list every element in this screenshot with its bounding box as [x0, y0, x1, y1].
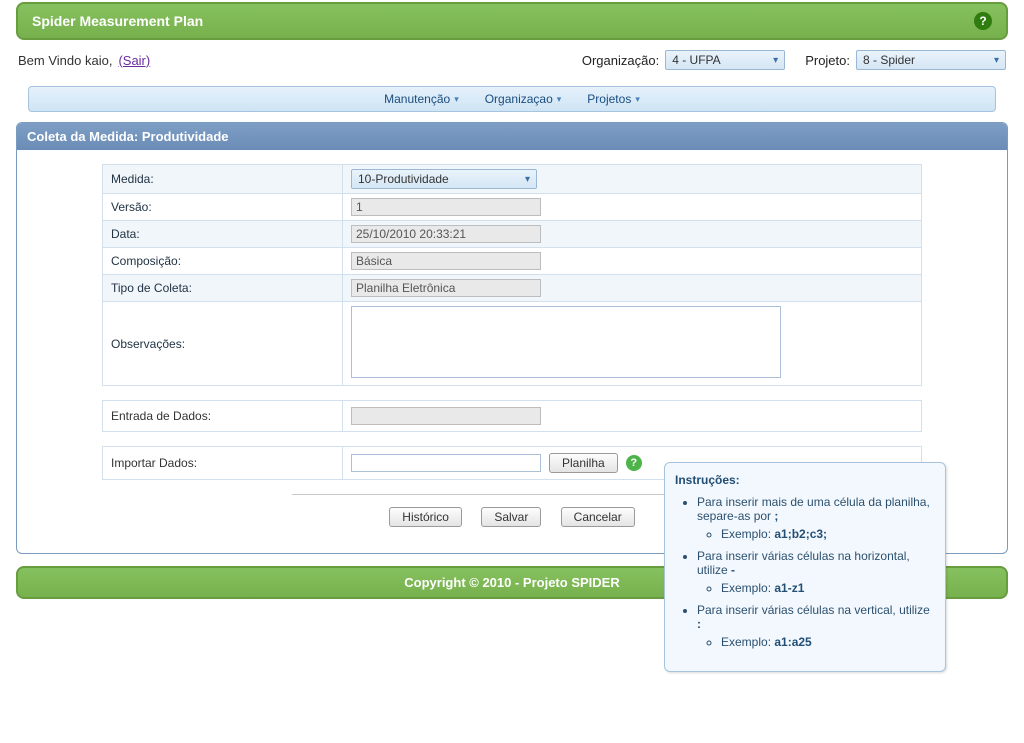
chevron-down-icon: ▾: [773, 55, 778, 66]
menu-bar: Manutenção ▾ Organizaçao ▾ Projetos ▾: [28, 86, 996, 112]
tooltip-bold: a1;b2;c3;: [774, 527, 827, 541]
proj-select[interactable]: 8 - Spider ▾: [856, 50, 1006, 70]
tooltip-text: Exemplo:: [721, 581, 774, 595]
menu-label: Manutenção: [384, 92, 450, 106]
tooltip-bold: ;: [774, 509, 778, 523]
entrada-field: [351, 407, 541, 425]
instructions-tooltip: Instruções: Para inserir mais de uma cél…: [664, 462, 946, 672]
entrada-table: Entrada de Dados:: [102, 400, 922, 432]
data-field: [351, 225, 541, 243]
welcome-row: Bem Vindo kaio, (Sair) Organização: 4 - …: [16, 40, 1008, 76]
menu-label: Projetos: [587, 92, 631, 106]
medida-select[interactable]: 10-Produtividade ▾: [351, 169, 537, 189]
menu-manutencao[interactable]: Manutenção ▾: [384, 92, 459, 106]
menu-projetos[interactable]: Projetos ▾: [587, 92, 640, 106]
composicao-field: [351, 252, 541, 270]
tooltip-text: Para inserir várias células na vertical,…: [697, 603, 930, 617]
tooltip-text: Para inserir várias células na horizonta…: [697, 549, 910, 577]
help-icon[interactable]: ?: [626, 455, 642, 471]
help-icon[interactable]: ?: [974, 12, 992, 30]
tipo-field: [351, 279, 541, 297]
tooltip-text: Exemplo:: [721, 527, 774, 541]
importar-input[interactable]: [351, 454, 541, 472]
medida-label: Medida:: [103, 165, 343, 194]
welcome-text: Bem Vindo kaio,: [18, 53, 112, 68]
versao-label: Versão:: [103, 194, 343, 221]
tooltip-text: Para inserir mais de uma célula da plani…: [697, 495, 930, 523]
proj-select-value: 8 - Spider: [863, 53, 915, 67]
entrada-label: Entrada de Dados:: [103, 401, 343, 432]
tooltip-title: Instruções:: [675, 473, 740, 487]
chevron-down-icon: ▾: [635, 94, 640, 105]
medida-value: 10-Produtividade: [358, 172, 449, 186]
menu-organizacao[interactable]: Organizaçao ▾: [485, 92, 562, 106]
planilha-button[interactable]: Planilha: [549, 453, 618, 473]
org-label: Organização:: [582, 53, 659, 68]
app-header: Spider Measurement Plan ?: [16, 2, 1008, 40]
tooltip-bold: a1-z1: [774, 581, 804, 595]
versao-field: [351, 198, 541, 216]
historico-button[interactable]: Histórico: [389, 507, 462, 527]
tooltip-item: Para inserir várias células na horizonta…: [697, 549, 935, 595]
tooltip-bold: -: [731, 563, 735, 577]
composicao-label: Composição:: [103, 248, 343, 275]
logout-link[interactable]: (Sair): [118, 53, 150, 68]
chevron-down-icon: ▾: [557, 94, 562, 105]
obs-label: Observações:: [103, 302, 343, 386]
proj-label: Projeto:: [805, 53, 850, 68]
menu-label: Organizaçao: [485, 92, 553, 106]
tipo-label: Tipo de Coleta:: [103, 275, 343, 302]
org-select-value: 4 - UFPA: [672, 53, 720, 67]
form-table: Medida: 10-Produtividade ▾ Versão: Data:…: [102, 164, 922, 386]
tooltip-item: Para inserir várias células na vertical,…: [697, 603, 935, 649]
tooltip-text: Exemplo:: [721, 635, 774, 649]
org-select[interactable]: 4 - UFPA ▾: [665, 50, 785, 70]
app-title: Spider Measurement Plan: [32, 13, 203, 29]
data-label: Data:: [103, 221, 343, 248]
importar-label: Importar Dados:: [103, 447, 343, 480]
panel-title: Coleta da Medida: Produtividade: [17, 123, 1007, 150]
chevron-down-icon: ▾: [454, 94, 459, 105]
tooltip-bold: :: [697, 617, 701, 631]
chevron-down-icon: ▾: [525, 174, 530, 185]
salvar-button[interactable]: Salvar: [481, 507, 541, 527]
tooltip-bold: a1:a25: [774, 635, 811, 649]
tooltip-item: Para inserir mais de uma célula da plani…: [697, 495, 935, 541]
chevron-down-icon: ▾: [994, 55, 999, 66]
obs-textarea[interactable]: [351, 306, 781, 378]
cancelar-button[interactable]: Cancelar: [561, 507, 635, 527]
